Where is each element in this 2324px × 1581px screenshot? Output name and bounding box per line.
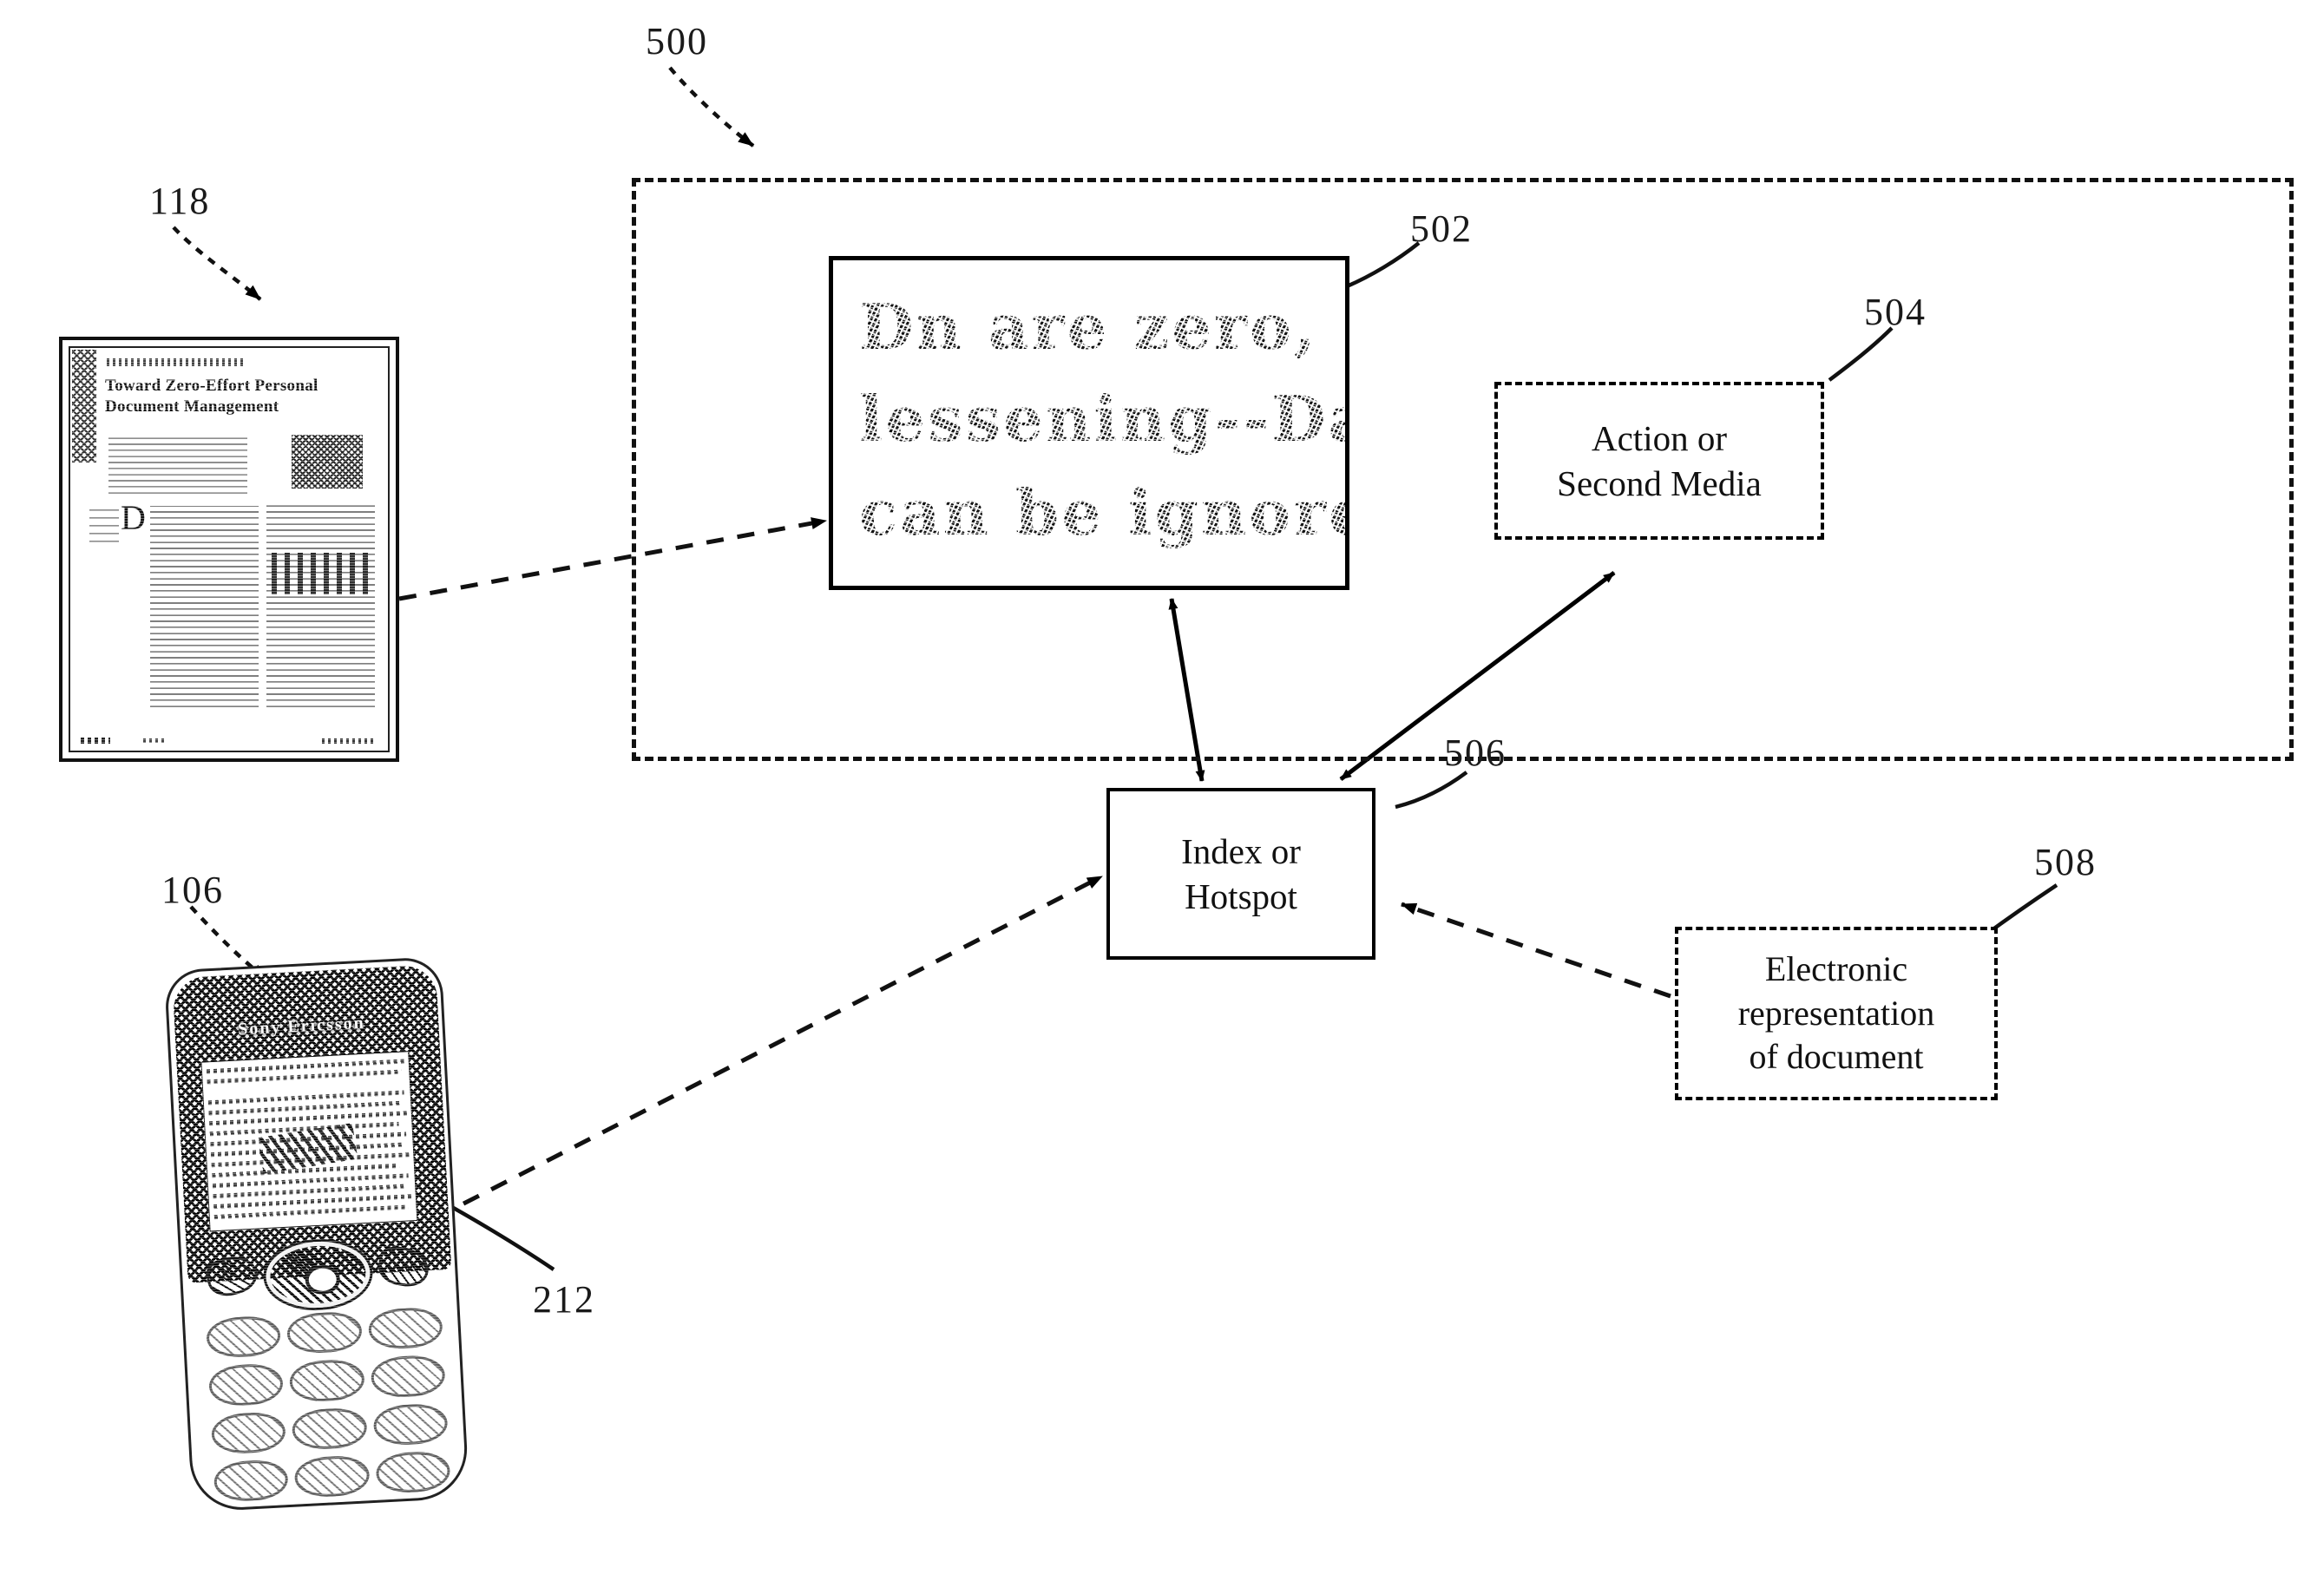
electronic-box-line-3: of document: [1749, 1037, 1924, 1077]
ref-numeral-504: 504: [1864, 291, 1927, 333]
mobile-phone-106: Sony Ericsson: [163, 956, 470, 1512]
document-figure-graphic: [292, 435, 363, 489]
ref-numeral-508: 508: [2034, 841, 2097, 883]
action-or-second-media-box-504: Action or Second Media: [1494, 382, 1824, 540]
index-box-line-2: Hotspot: [1185, 876, 1297, 916]
phone-key[interactable]: [374, 1450, 451, 1494]
document-margin-marks: [89, 504, 119, 542]
phone-key[interactable]: [367, 1306, 443, 1351]
document-title: Toward Zero-Effort Personal Document Man…: [105, 377, 318, 417]
action-box-line-1: Action or: [1592, 417, 1727, 458]
degraded-text-block-502: Dn are zero, lessening--Da can be ignore: [829, 256, 1349, 590]
phone-key[interactable]: [210, 1410, 287, 1455]
document-column-left: [150, 506, 259, 707]
electronic-box-line-1: Electronic: [1764, 948, 1908, 988]
document-footer-right: [322, 738, 376, 744]
document-footer-left: [81, 738, 110, 744]
document-footer-middle: [143, 738, 164, 743]
document-column-right: [266, 501, 375, 707]
phone-key[interactable]: [213, 1458, 290, 1503]
ref-numeral-118: 118: [149, 180, 211, 222]
electronic-box-line-2: representation: [1737, 993, 1935, 1033]
action-box-line-2: Second Media: [1557, 463, 1762, 503]
document-drop-cap: D: [121, 498, 146, 537]
ref-numeral-506: 506: [1444, 731, 1507, 774]
paper-document-118: Toward Zero-Effort Personal Document Man…: [59, 337, 399, 762]
phone-key[interactable]: [289, 1358, 365, 1403]
phone-keypad[interactable]: [205, 1306, 451, 1503]
phone-key[interactable]: [207, 1362, 285, 1407]
phone-screen-212: [200, 1051, 418, 1232]
patent-figure: 500 118 502 504 506 508 106 212 Dn are z…: [0, 0, 2324, 1581]
electronic-representation-box-508: Electronic representation of document: [1675, 927, 1998, 1100]
ref-numeral-212: 212: [533, 1278, 595, 1321]
index-box-line-1: Index or: [1181, 830, 1301, 871]
degraded-text-line-3: can be ignore: [859, 476, 1349, 549]
phone-key[interactable]: [205, 1315, 282, 1360]
index-or-hotspot-box-506: Index or Hotspot: [1106, 788, 1375, 960]
ref-numeral-500: 500: [646, 20, 708, 62]
document-equation-block: [272, 553, 369, 594]
document-running-head: [107, 358, 246, 366]
connector-electronic-to-index: [1401, 902, 1671, 999]
paper-document-page: Toward Zero-Effort Personal Document Man…: [69, 346, 390, 752]
phone-key[interactable]: [293, 1454, 371, 1499]
degraded-text-line-2: lessening--Da: [859, 382, 1349, 456]
document-abstract-block: [108, 435, 247, 494]
phone-body: Sony Ericsson: [163, 956, 470, 1512]
connector-phone-to-index: [406, 874, 1104, 1235]
leader-506: [1395, 771, 1468, 810]
leader-500: [668, 66, 755, 148]
phone-key[interactable]: [286, 1310, 363, 1355]
phone-key[interactable]: [372, 1401, 449, 1447]
leader-118: [172, 226, 262, 301]
ref-numeral-106: 106: [161, 869, 224, 911]
phone-key[interactable]: [291, 1406, 368, 1451]
degraded-text-line-1: Dn are zero,: [859, 290, 1319, 364]
document-sidebar-graphic: [72, 350, 96, 462]
phone-key[interactable]: [370, 1354, 446, 1399]
ref-numeral-502: 502: [1410, 207, 1473, 250]
